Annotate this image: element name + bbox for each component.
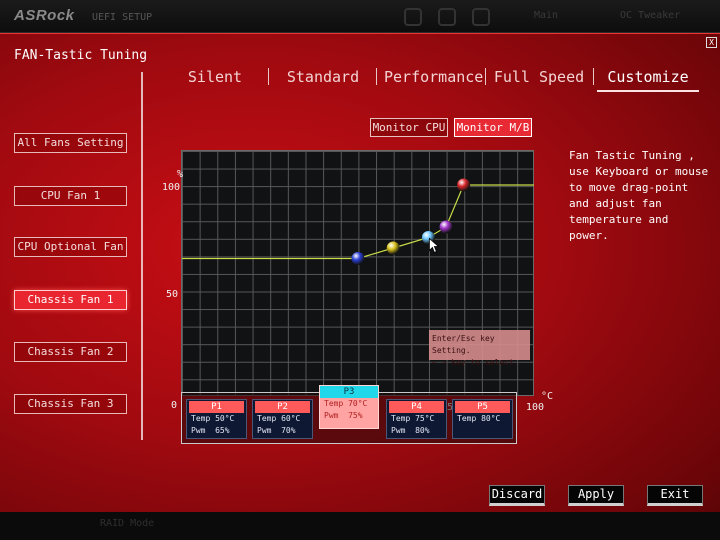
fan-button-chassis-fan-3[interactable]: Chassis Fan 3 bbox=[14, 394, 127, 414]
apply-button[interactable]: Apply bbox=[568, 485, 624, 506]
close-button[interactable]: X bbox=[706, 37, 717, 48]
x-tick-label: 100 bbox=[526, 402, 545, 413]
top-bar: ASRock UEFI SETUP Main OC Tweaker bbox=[0, 0, 720, 33]
point-name: P5 bbox=[455, 401, 510, 413]
y-axis-unit: % bbox=[177, 169, 184, 180]
tab-separator bbox=[593, 68, 594, 85]
hint-line: ← → key to select. bbox=[432, 358, 519, 367]
hint-line: Enter/Esc key Setting. bbox=[432, 334, 495, 355]
discard-button[interactable]: Discard bbox=[489, 485, 545, 506]
fan-button-chassis-fan-2[interactable]: Chassis Fan 2 bbox=[14, 342, 127, 362]
point-temp: Temp 50°C bbox=[191, 414, 235, 423]
x-axis-unit: °C bbox=[541, 391, 554, 402]
top-menu-ghost: OC Tweaker bbox=[620, 10, 681, 21]
point-temp: Temp 75°C bbox=[391, 414, 435, 423]
point-box-p3[interactable]: P3 Temp 70°C Pwm 75% bbox=[319, 385, 379, 429]
brand-logo: ASRock bbox=[14, 7, 75, 24]
point-name: P3 bbox=[320, 386, 378, 398]
bottom-bar: RAID Mode bbox=[0, 512, 720, 540]
point-pwm: Pwm 65% bbox=[191, 426, 230, 435]
tab-silent[interactable]: Silent bbox=[172, 64, 258, 92]
x-tick-label: 0 bbox=[171, 400, 178, 411]
point-box-p5[interactable]: P5 Temp 80°C bbox=[452, 399, 513, 439]
tab-full-speed[interactable]: Full Speed bbox=[493, 64, 585, 92]
y-tick-label: 50 bbox=[166, 289, 179, 300]
tab-standard[interactable]: Standard bbox=[278, 64, 368, 92]
menu-ghost-icon bbox=[404, 8, 422, 26]
point-name: P1 bbox=[189, 401, 244, 413]
fan-button-chassis-fan-1[interactable]: Chassis Fan 1 bbox=[14, 290, 127, 310]
key-hint-box: Enter/Esc key Setting. ← → key to select… bbox=[429, 330, 530, 367]
brand-subtitle: UEFI SETUP bbox=[92, 12, 153, 23]
point-name: P4 bbox=[389, 401, 444, 413]
y-tick-label: 100 bbox=[162, 182, 181, 193]
tab-separator bbox=[268, 68, 269, 85]
point-values-panel: P1 Temp 50°C Pwm 65% P2 Temp 60°C Pwm 70… bbox=[181, 385, 517, 444]
tab-customize[interactable]: Customize bbox=[597, 64, 699, 92]
fan-button-all-fans[interactable]: All Fans Setting bbox=[14, 133, 127, 153]
panel-title: FAN-Tastic Tuning bbox=[14, 48, 148, 63]
exit-button[interactable]: Exit bbox=[647, 485, 703, 506]
point-pwm: Pwm 70% bbox=[257, 426, 296, 435]
tab-separator bbox=[376, 68, 377, 85]
menu-ghost-icon bbox=[472, 8, 490, 26]
monitor-mb-button[interactable]: Monitor M/B bbox=[454, 118, 532, 137]
point-temp: Temp 60°C bbox=[257, 414, 301, 423]
monitor-cpu-button[interactable]: Monitor CPU bbox=[370, 118, 448, 137]
fan-button-cpu-optional[interactable]: CPU Optional Fan bbox=[14, 237, 127, 257]
footer-ghost-text: RAID Mode bbox=[100, 518, 155, 529]
fan-button-cpu-fan-1[interactable]: CPU Fan 1 bbox=[14, 186, 127, 206]
point-temp: Temp 70°C bbox=[324, 399, 368, 408]
help-description: Fan Tastic Tuning , use Keyboard or mous… bbox=[569, 149, 709, 242]
point-box-p4[interactable]: P4 Temp 75°C Pwm 80% bbox=[386, 399, 447, 439]
menu-ghost-icon bbox=[438, 8, 456, 26]
point-box-p1[interactable]: P1 Temp 50°C Pwm 65% bbox=[186, 399, 247, 439]
point-pwm: Pwm 80% bbox=[391, 426, 430, 435]
sidebar-divider bbox=[141, 72, 143, 440]
tab-separator bbox=[485, 68, 486, 85]
tab-performance[interactable]: Performance bbox=[384, 64, 483, 92]
top-menu-ghost: Main bbox=[534, 10, 559, 21]
point-temp: Temp 80°C bbox=[457, 414, 501, 423]
point-box-p2[interactable]: P2 Temp 60°C Pwm 70% bbox=[252, 399, 313, 439]
point-name: P2 bbox=[255, 401, 310, 413]
point-pwm: Pwm 75% bbox=[324, 411, 363, 420]
